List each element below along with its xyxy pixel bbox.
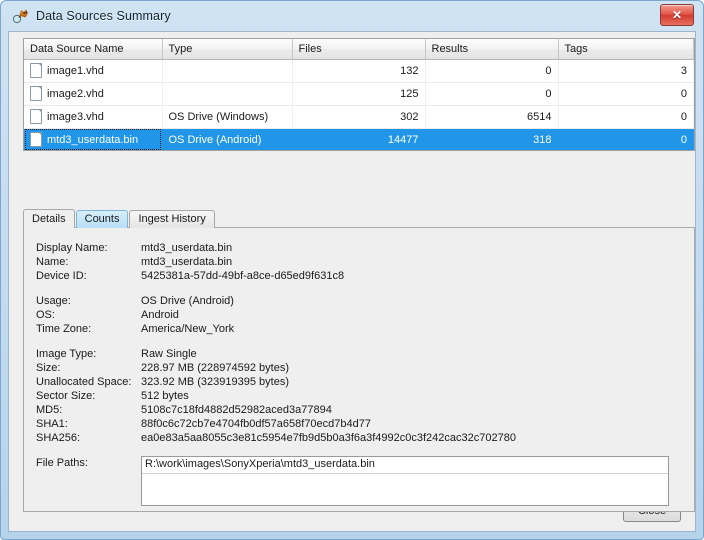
file-paths-item[interactable]: R:\work\images\SonyXperia\mtd3_userdata.… <box>142 457 668 474</box>
details-group-usage: Usage: OS Drive (Android) OS: Android Time Z… <box>36 294 684 336</box>
file-paths-section: File Paths: R:\work\images\SonyXperia\mt… <box>36 456 684 506</box>
tab-counts[interactable]: Counts <box>75 210 129 228</box>
detail-value: Raw Single <box>141 348 197 360</box>
dialog-client-area: Data Source Name Type Files Results Tags… <box>8 31 696 532</box>
data-source-name-label: image1.vhd <box>47 64 104 77</box>
detail-value: 5108c7c18fd4882d52982aced3a77894 <box>141 404 332 416</box>
document-icon <box>30 86 42 101</box>
cell-data-source-name[interactable]: mtd3_userdata.bin <box>24 128 163 150</box>
data-source-name-label: image3.vhd <box>47 110 104 123</box>
detail-value: Android <box>141 309 179 321</box>
column-header-data-source-name[interactable]: Data Source Name <box>24 39 163 60</box>
table-body: image1.vhd 132 0 3 image2.vhd 125 0 0 image3.vhd… <box>24 59 694 150</box>
cell-tags[interactable]: 0 <box>558 82 694 106</box>
file-paths-label: File Paths: <box>36 457 88 469</box>
detail-value: mtd3_userdata.bin <box>141 256 233 268</box>
detail-key: Device ID: <box>36 270 87 282</box>
cell-results[interactable]: 0 <box>425 82 559 106</box>
detail-value: 512 bytes <box>141 390 189 402</box>
data-source-name-label: image2.vhd <box>47 87 104 100</box>
detail-value: ea0e83a5aa8055c3e81c5954e7fb9d5b0a3f6a3f… <box>141 432 516 444</box>
detail-value: mtd3_userdata.bin <box>141 242 233 254</box>
cell-files[interactable]: 302 <box>292 105 426 129</box>
detail-row: Usage: OS Drive (Android) <box>36 294 684 308</box>
cell-tags[interactable]: 0 <box>558 128 694 150</box>
detail-row: Name: mtd3_userdata.bin <box>36 255 684 269</box>
autopsy-app-icon <box>12 7 30 25</box>
detail-row: Time Zone: America/New_York <box>36 322 684 336</box>
document-icon <box>30 109 42 124</box>
title-bar: Data Sources Summary ✕ <box>8 1 696 31</box>
detail-key: Sector Size: <box>36 390 96 402</box>
close-glyph: ✕ <box>671 8 683 22</box>
detail-row: SHA1: 88f0c6c72cb7e4704fb0df57a658f70ecd7… <box>36 417 684 431</box>
dialog-window: Data Sources Summary ✕ Data Source Name … <box>0 0 704 540</box>
detail-key: OS: <box>36 309 55 321</box>
cell-data-source-name[interactable]: image2.vhd <box>24 82 163 106</box>
column-header-tags[interactable]: Tags <box>558 39 694 60</box>
details-group-identity: Display Name: mtd3_userdata.bin Name: mtd3_… <box>36 241 684 283</box>
table-row[interactable]: image1.vhd 132 0 3 <box>24 59 694 83</box>
column-header-results[interactable]: Results <box>425 39 559 60</box>
cell-results[interactable]: 6514 <box>425 105 559 129</box>
data-sources-table[interactable]: Data Source Name Type Files Results Tags… <box>23 38 695 151</box>
cell-type[interactable] <box>162 59 293 83</box>
cell-files[interactable]: 132 <box>292 59 426 83</box>
detail-key: Name: <box>36 256 69 268</box>
detail-key: Image Type: <box>36 348 97 360</box>
cell-tags[interactable]: 3 <box>558 59 694 83</box>
detail-key: Size: <box>36 362 61 374</box>
table-header-row: Data Source Name Type Files Results Tags <box>24 39 694 60</box>
cell-type[interactable] <box>162 82 293 106</box>
detail-key: Unallocated Space: <box>36 376 132 388</box>
detail-key: SHA1: <box>36 418 68 430</box>
detail-row: Size: 228.97 MB (228974592 bytes) <box>36 361 684 375</box>
column-header-type[interactable]: Type <box>162 39 293 60</box>
details-tabstrip: Details Counts Ingest History <box>23 209 216 228</box>
file-paths-list[interactable]: R:\work\images\SonyXperia\mtd3_userdata.… <box>141 456 669 506</box>
cell-files[interactable]: 14477 <box>292 128 426 150</box>
detail-row: Sector Size: 512 bytes <box>36 389 684 403</box>
detail-key: Time Zone: <box>36 323 92 335</box>
detail-row: Unallocated Space: 323.92 MB (323919395 b… <box>36 375 684 389</box>
detail-key: MD5: <box>36 404 63 416</box>
detail-row: Image Type: Raw Single <box>36 347 684 361</box>
detail-key: SHA256: <box>36 432 81 444</box>
cell-files[interactable]: 125 <box>292 82 426 106</box>
tab-ingest-history[interactable]: Ingest History <box>129 210 215 228</box>
document-icon <box>30 63 42 78</box>
window-title: Data Sources Summary <box>36 9 171 23</box>
detail-row: OS: Android <box>36 308 684 322</box>
data-source-name-label: mtd3_userdata.bin <box>47 133 139 146</box>
cell-type[interactable]: OS Drive (Android) <box>162 128 293 150</box>
detail-row: Display Name: mtd3_userdata.bin <box>36 241 684 255</box>
details-panel: Display Name: mtd3_userdata.bin Name: mtd3_… <box>23 227 695 512</box>
cell-data-source-name[interactable]: image3.vhd <box>24 105 163 129</box>
detail-value: America/New_York <box>141 323 235 335</box>
detail-row: SHA256: ea0e83a5aa8055c3e81c5954e7fb9d5b0… <box>36 431 684 445</box>
cell-results[interactable]: 0 <box>425 59 559 83</box>
detail-key: Usage: <box>36 295 71 307</box>
tab-details[interactable]: Details <box>23 209 75 228</box>
cell-data-source-name[interactable]: image1.vhd <box>24 59 163 83</box>
cell-type[interactable]: OS Drive (Windows) <box>162 105 293 129</box>
detail-value: OS Drive (Android) <box>141 295 234 307</box>
document-icon <box>30 132 42 147</box>
detail-value: 88f0c6c72cb7e4704fb0df57a658f70ecd7b4d77 <box>141 418 371 430</box>
column-header-files[interactable]: Files <box>292 39 426 60</box>
table-row[interactable]: mtd3_userdata.bin OS Drive (Android) 14477… <box>24 128 694 150</box>
detail-key: Display Name: <box>36 242 108 254</box>
detail-value: 5425381a-57dd-49bf-a8ce-d65ed9f631c8 <box>141 270 345 282</box>
detail-value: 228.97 MB (228974592 bytes) <box>141 362 289 374</box>
details-group-image: Image Type: Raw Single Size: 228.97 MB (228… <box>36 347 684 445</box>
close-icon[interactable]: ✕ <box>660 4 694 26</box>
detail-value: 323.92 MB (323919395 bytes) <box>141 376 289 388</box>
detail-row: Device ID: 5425381a-57dd-49bf-a8ce-d65ed9… <box>36 269 684 283</box>
detail-row: MD5: 5108c7c18fd4882d52982aced3a77894 <box>36 403 684 417</box>
table-row[interactable]: image2.vhd 125 0 0 <box>24 82 694 106</box>
cell-tags[interactable]: 0 <box>558 105 694 129</box>
table-row[interactable]: image3.vhd OS Drive (Windows) 302 6514 0 <box>24 105 694 129</box>
cell-results[interactable]: 318 <box>425 128 559 150</box>
